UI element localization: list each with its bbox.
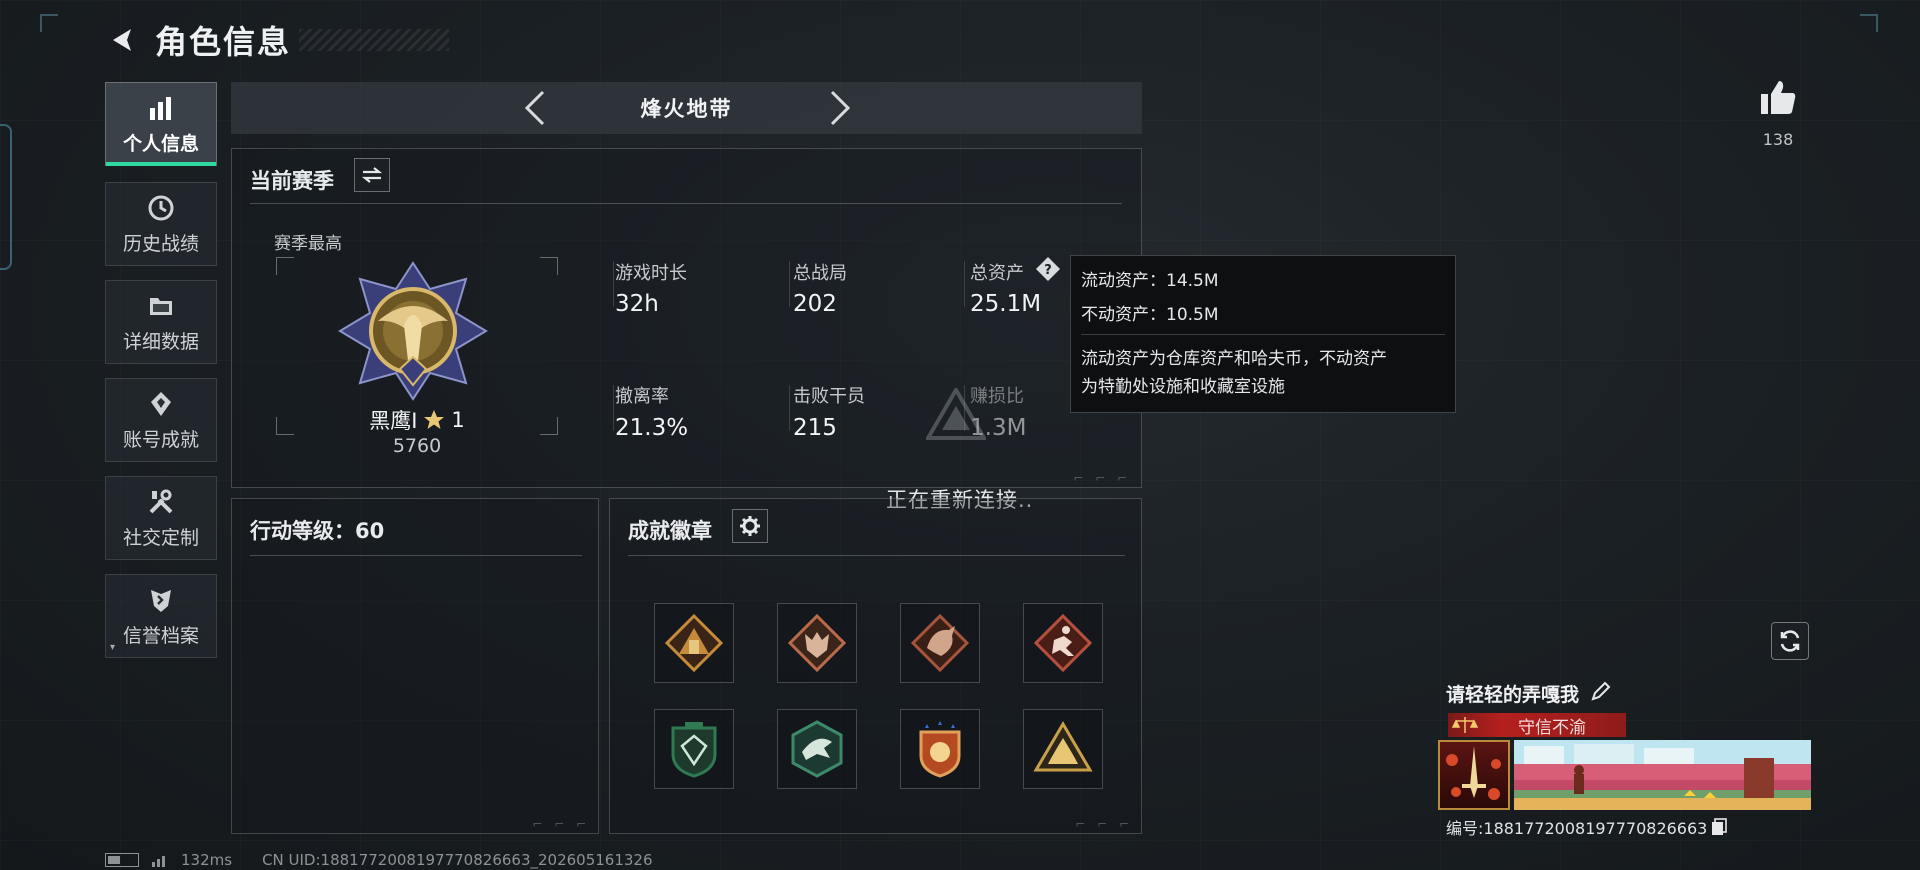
player-uid: 编号:1881772008197770826663 [1446,819,1708,838]
tab-personal-info[interactable]: 个人信息 [105,82,217,166]
stat-value: 32h [615,291,659,317]
rank-stars: 1 [451,408,465,432]
eagle-hex-badge-icon[interactable] [777,709,857,789]
green-shield-badge-icon[interactable] [654,709,734,789]
badges-title: 成就徽章 [628,519,712,543]
player-title-tag[interactable]: 守信不渝 [1448,713,1626,738]
stat-label: 总战局 [793,263,847,284]
badge-settings-button[interactable] [732,509,768,543]
tooltip-liquid: 流动资产：14.5M [1081,271,1219,291]
tab-label: 个人信息 [122,132,199,155]
tooltip-desc-line1: 流动资产为仓库资产和哈夫币，不动资产 [1081,349,1387,369]
player-name: 请轻轻的弄嘎我 [1446,684,1580,706]
edge-drawer-handle[interactable] [0,124,12,270]
mode-switcher: 烽火地带 [231,82,1142,134]
season-best-label: 赛季最高 [274,234,342,254]
tab-label: 信誉档案 [122,624,199,647]
pyramid-badge-icon[interactable] [654,603,734,683]
back-arrow-icon[interactable] [105,22,141,58]
tab-label: 详细数据 [122,330,199,353]
tab-label: 账号成就 [122,428,199,451]
star-shield-badge-icon[interactable] [900,709,980,789]
title-decoration [299,29,450,51]
stat-value: 202 [793,291,837,317]
tooltip-divider [1081,334,1445,335]
page-title: 角色信息 [155,23,292,61]
action-level-title: 行动等级：60 [250,519,385,543]
rank-score: 5760 [392,435,442,457]
like-count: 138 [1762,130,1794,149]
corner-decoration [1860,14,1878,32]
prev-mode-icon[interactable] [517,90,553,126]
edit-name-icon[interactable] [1590,680,1614,704]
stat-label: 游戏时长 [615,263,687,284]
clock-icon [146,193,176,223]
season-title: 当前赛季 [250,169,334,193]
signal-icon [152,856,165,867]
tab-detail-data[interactable]: 详细数据 [105,280,217,364]
mode-name: 烽火地带 [640,97,733,121]
copy-icon[interactable] [1711,818,1728,836]
bar-chart-icon [146,93,176,123]
avatar-frame[interactable] [1438,740,1510,810]
expand-caret-icon: ▾ [110,642,116,653]
player-uid-row: 编号:1881772008197770826663 [1446,815,1728,839]
tab-achievements[interactable]: 账号成就 [105,378,217,462]
loading-logo-icon [924,386,988,444]
season-panel: 当前赛季 赛季最高 黑鹰I 1 5760 游戏时长 32h 总战局 202 总资… [231,148,1142,488]
cn-uid: CN UID:1881772008197770826663_2026051613… [262,851,653,869]
sword-emblem-icon [1446,746,1501,800]
stat-label: 击败干员 [793,386,865,407]
thumbs-up-icon [1761,81,1796,114]
stat-label: 总资产 [970,263,1024,284]
tab-social-custom[interactable]: 社交定制 [105,476,217,560]
tab-history[interactable]: 历史战绩 [105,182,217,266]
tab-credit-record[interactable]: 信誉档案 ▾ [105,574,217,658]
ping: 132ms [181,851,233,869]
tooltip-desc-line2: 为特勤处设施和收藏室设施 [1081,377,1285,397]
stat-value: 21.3% [615,415,689,441]
like-button[interactable]: 138 [1752,78,1804,149]
divider [250,203,1122,204]
runner-badge-icon[interactable] [1023,603,1103,683]
rank-emblem-icon [338,261,488,405]
refresh-button[interactable] [1771,622,1809,660]
dragon-badge-icon[interactable] [900,603,980,683]
tools-icon [146,487,176,517]
asset-tooltip: 流动资产：14.5M 不动资产：10.5M 流动资产为仓库资产和哈夫币，不动资产… [1070,255,1456,413]
stat-label: 撤离率 [615,386,669,407]
gold-tent-badge-icon[interactable] [1023,709,1103,789]
wolf-badge-icon[interactable] [777,603,857,683]
shield-icon [146,585,176,615]
title-tag-label: 守信不渝 [1518,717,1586,738]
star-icon [424,410,445,429]
next-mode-icon[interactable] [822,90,858,126]
swap-icon [361,167,383,183]
help-icon[interactable]: ? [1035,256,1061,282]
battery-icon [105,853,139,867]
badges-panel: 成就徽章 ⌐ ⌐ ⌐ [609,498,1142,834]
tooltip-fixed: 不动资产：10.5M [1081,305,1219,325]
switch-season-button[interactable] [354,158,390,192]
rank-name-row: 黑鹰I 1 [232,405,602,435]
action-level-panel: 行动等级：60 ⌐ ⌐ ⌐ [231,498,599,834]
refresh-icon [1780,630,1800,652]
page-header: 角色信息 [105,18,450,62]
corner-decoration [40,14,58,32]
tab-label: 历史战绩 [122,232,199,255]
achievement-icon [146,389,176,419]
stat-value: 25.1M [970,291,1042,317]
stat-value: 215 [793,415,837,441]
gear-icon [740,516,760,536]
folder-icon [146,291,176,321]
divider [250,555,582,556]
tab-label: 社交定制 [122,526,199,549]
scales-icon [1452,717,1478,733]
player-banner-image[interactable] [1514,740,1811,810]
rank-name: 黑鹰I [369,409,418,433]
status-bar: 132ms CN UID:1881772008197770826663_2026… [105,850,653,870]
svg-text:?: ? [1044,263,1052,278]
divider [628,555,1125,556]
